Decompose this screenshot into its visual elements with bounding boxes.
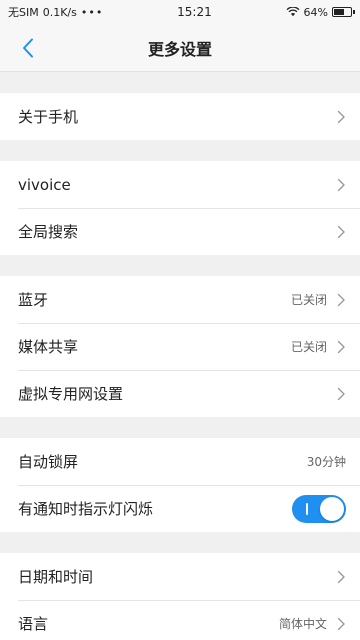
settings-row-value: 简体中文 [278, 617, 327, 631]
back-button[interactable] [14, 36, 42, 60]
chevron-right-icon [337, 570, 345, 583]
settings-row[interactable]: 蓝牙 已关闭 [0, 276, 360, 323]
settings-row-label: 自动锁屏 [18, 453, 79, 471]
settings-row-label: 全局搜索 [18, 223, 79, 241]
group-spacer [0, 532, 360, 553]
chevron-right-icon [337, 225, 345, 238]
settings-group: vivoice 全局搜索 [0, 161, 360, 255]
page-title: 更多设置 [147, 39, 212, 59]
notification-light-toggle[interactable] [292, 494, 346, 523]
settings-row[interactable]: 全局搜索 [0, 208, 360, 255]
group-spacer [0, 417, 360, 438]
chevron-right-icon [337, 387, 345, 400]
back-arrow-icon [23, 38, 33, 58]
settings-row-label: vivoice [18, 175, 71, 194]
status-bar: 无SIM 0.1K/s ••• 15:21 64% [0, 0, 360, 24]
chevron-right-icon [337, 110, 345, 123]
settings-group: 日期和时间语言 简体中文 [0, 553, 360, 640]
settings-row[interactable]: 日期和时间 [0, 553, 360, 600]
battery-icon [331, 7, 355, 17]
settings-row-label: 虚拟专用网设置 [18, 385, 124, 403]
settings-row[interactable]: 媒体共享 已关闭 [0, 323, 360, 370]
settings-row[interactable]: vivoice [0, 161, 360, 208]
settings-row-value: 已关闭 [290, 340, 327, 354]
settings-row[interactable]: 有通知时指示灯闪烁 [0, 485, 360, 532]
settings-row-label: 语言 [18, 615, 49, 633]
group-spacer [0, 255, 360, 276]
settings-row-label: 关于手机 [18, 108, 79, 126]
settings-group: 关于手机 [0, 93, 360, 140]
settings-group: 蓝牙 已关闭 媒体共享 已关闭 虚拟专用网设置 [0, 276, 360, 417]
settings-row-label: 媒体共享 [18, 338, 79, 356]
settings-row-value: 30分钟 [306, 455, 346, 469]
chevron-right-icon [337, 617, 345, 630]
wifi-icon [286, 7, 300, 17]
toggle-knob [320, 496, 344, 521]
settings-list: 关于手机 vivoice 全局搜索 蓝牙 已关闭 媒体共享 已关闭 虚拟专用网设置 自动锁屏 30… [0, 72, 360, 640]
settings-row-label: 蓝牙 [18, 291, 49, 309]
carrier-text: 无SIM [8, 6, 39, 19]
title-bar: 更多设置 [0, 24, 360, 72]
more-dots-icon: ••• [80, 5, 104, 19]
clock: 15:21 [177, 5, 212, 19]
settings-group: 自动锁屏 30分钟有通知时指示灯闪烁 [0, 438, 360, 532]
settings-row[interactable]: 语言 简体中文 [0, 600, 360, 640]
battery-percent: 64% [303, 5, 328, 19]
settings-row-label: 日期和时间 [18, 568, 94, 586]
settings-row[interactable]: 自动锁屏 30分钟 [0, 438, 360, 485]
settings-row[interactable]: 关于手机 [0, 93, 360, 140]
network-speed: 0.1K/s [42, 5, 77, 19]
chevron-right-icon [337, 340, 345, 353]
chevron-right-icon [337, 293, 345, 306]
chevron-right-icon [337, 178, 345, 191]
settings-row-value: 已关闭 [290, 293, 327, 307]
group-spacer [0, 72, 360, 93]
settings-row-label: 有通知时指示灯闪烁 [18, 500, 154, 518]
settings-row[interactable]: 虚拟专用网设置 [0, 370, 360, 417]
group-spacer [0, 140, 360, 161]
